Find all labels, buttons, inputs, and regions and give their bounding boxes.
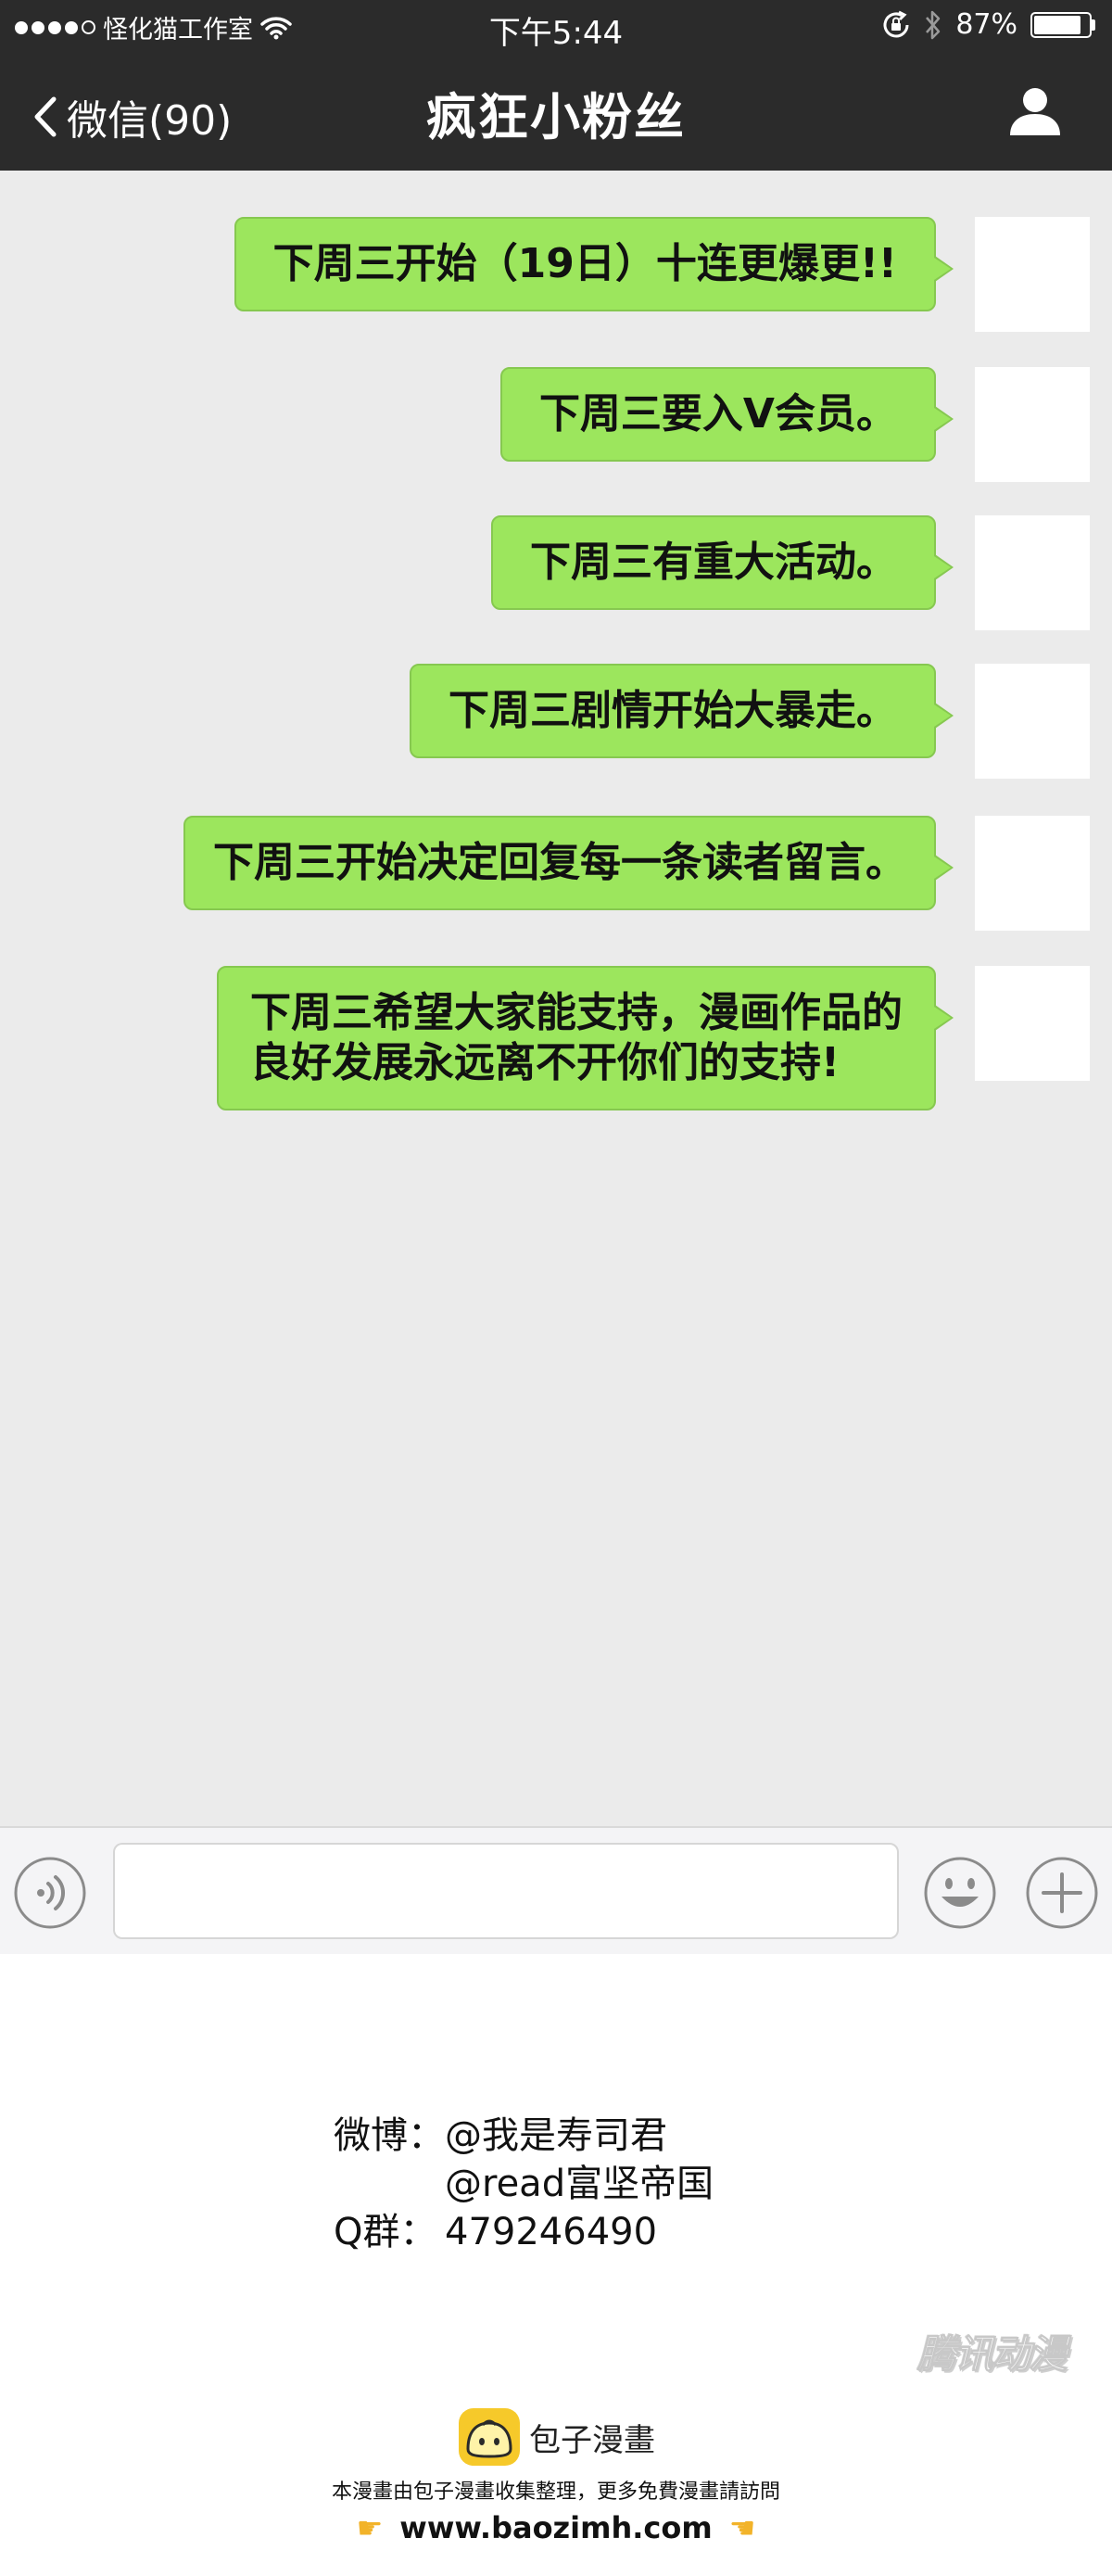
nav-bar: 微信(90) 疯狂小粉丝: [0, 54, 1112, 171]
credits-row-weibo-2: @read富坚帝国: [334, 2160, 714, 2208]
plus-button[interactable]: [1025, 1856, 1099, 1934]
footer: 包子漫畫 本漫畫由包子漫畫收集整理，更多免費漫畫請訪問 ☛ www.baozim…: [0, 2406, 1112, 2545]
message-bubble[interactable]: 下周三要入V会员。: [499, 367, 954, 462]
footer-note: 本漫畫由包子漫畫收集整理，更多免費漫畫請訪問: [331, 2481, 780, 2504]
message-row: 下周三要入V会员。: [499, 367, 1090, 482]
voice-button[interactable]: [13, 1856, 87, 1934]
battery-icon: [1030, 11, 1095, 38]
weibo-label: 微博：: [334, 2114, 445, 2157]
message-row: 下周三剧情开始大暴走。: [410, 664, 1090, 779]
credits-row-weibo: 微博： @我是寿司君: [334, 2112, 714, 2160]
message-text: 下周三要入V会员。: [538, 390, 897, 438]
qq-label: Q群：: [334, 2211, 437, 2253]
message-text: 下周三希望大家能支持，漫画作品的: [250, 989, 903, 1036]
rotation-lock-icon: [883, 10, 909, 37]
status-right: 87%: [881, 8, 1095, 41]
message-row: 下周三希望大家能支持，漫画作品的 良好发展永远离不开你们的支持!: [217, 966, 1090, 1110]
message-text: 下周三开始（19日）十连更爆更!!: [272, 240, 897, 287]
chat-area: 下周三开始（19日）十连更爆更!! 下周三要入V会员。 下周三有重大活动。 下周…: [0, 171, 1112, 1826]
baozi-logo-icon: [459, 2408, 520, 2466]
message-bubble[interactable]: 下周三开始决定回复每一条读者留言。: [183, 816, 954, 910]
message-text: 下周三开始决定回复每一条读者留言。: [213, 839, 906, 886]
avatar[interactable]: [975, 816, 1090, 931]
qq-number: 479246490: [445, 2211, 658, 2253]
message-text: 良好发展永远离不开你们的支持!: [250, 1039, 840, 1086]
person-icon: [1010, 88, 1060, 135]
avatar[interactable]: [975, 515, 1090, 630]
input-bar: [0, 1826, 1112, 1954]
message-row: 下周三开始（19日）十连更爆更!!: [234, 217, 1090, 332]
message-bubble[interactable]: 下周三有重大活动。: [491, 515, 954, 610]
message-text: 下周三剧情开始大暴走。: [449, 687, 897, 734]
status-bar: 怪化猫工作室 下午5:44 87%: [0, 0, 1112, 54]
avatar[interactable]: [975, 966, 1090, 1081]
bluetooth-icon: [926, 10, 941, 39]
emoji-icon: [924, 1857, 996, 1929]
chat-info-button[interactable]: [1008, 85, 1062, 141]
credits-row-qq: Q群： 479246490: [334, 2208, 714, 2256]
emoji-button[interactable]: [923, 1856, 997, 1934]
message-row: 下周三有重大活动。: [491, 515, 1090, 630]
message-row: 下周三开始决定回复每一条读者留言。: [183, 816, 1090, 931]
credits-block: 微博： @我是寿司君 @read富坚帝国 Q群： 479246490: [334, 2112, 714, 2256]
battery-percent: 87%: [955, 8, 1017, 41]
footer-brand-name: 包子漫畫: [529, 2421, 655, 2459]
message-bubble[interactable]: 下周三开始（19日）十连更爆更!!: [234, 217, 954, 311]
avatar[interactable]: [975, 217, 1090, 332]
weibo-account-1: @我是寿司君: [445, 2114, 667, 2157]
pointing-hand-right-icon: ☛: [356, 2510, 384, 2545]
message-input[interactable]: [113, 1843, 899, 1939]
tencent-watermark: 腾讯动漫: [916, 2331, 1068, 2378]
message-bubble[interactable]: 下周三剧情开始大暴走。: [410, 664, 954, 758]
avatar[interactable]: [975, 367, 1090, 482]
footer-brand: 包子漫畫: [0, 2406, 1112, 2468]
battery-fill: [1034, 15, 1081, 34]
avatar[interactable]: [975, 664, 1090, 779]
message-text: 下周三有重大活动。: [530, 539, 897, 586]
weibo-account-2: @read富坚帝国: [445, 2163, 714, 2205]
footer-url[interactable]: www.baozimh.com: [399, 2510, 712, 2545]
voice-icon: [14, 1857, 86, 1929]
pointing-hand-left-icon: ☚: [728, 2510, 756, 2545]
chat-title: 疯狂小粉丝: [426, 88, 686, 146]
message-bubble[interactable]: 下周三希望大家能支持，漫画作品的 良好发展永远离不开你们的支持!: [217, 966, 954, 1110]
footer-url-row: ☛ www.baozimh.com ☚: [0, 2510, 1112, 2545]
plus-icon: [1026, 1857, 1098, 1929]
